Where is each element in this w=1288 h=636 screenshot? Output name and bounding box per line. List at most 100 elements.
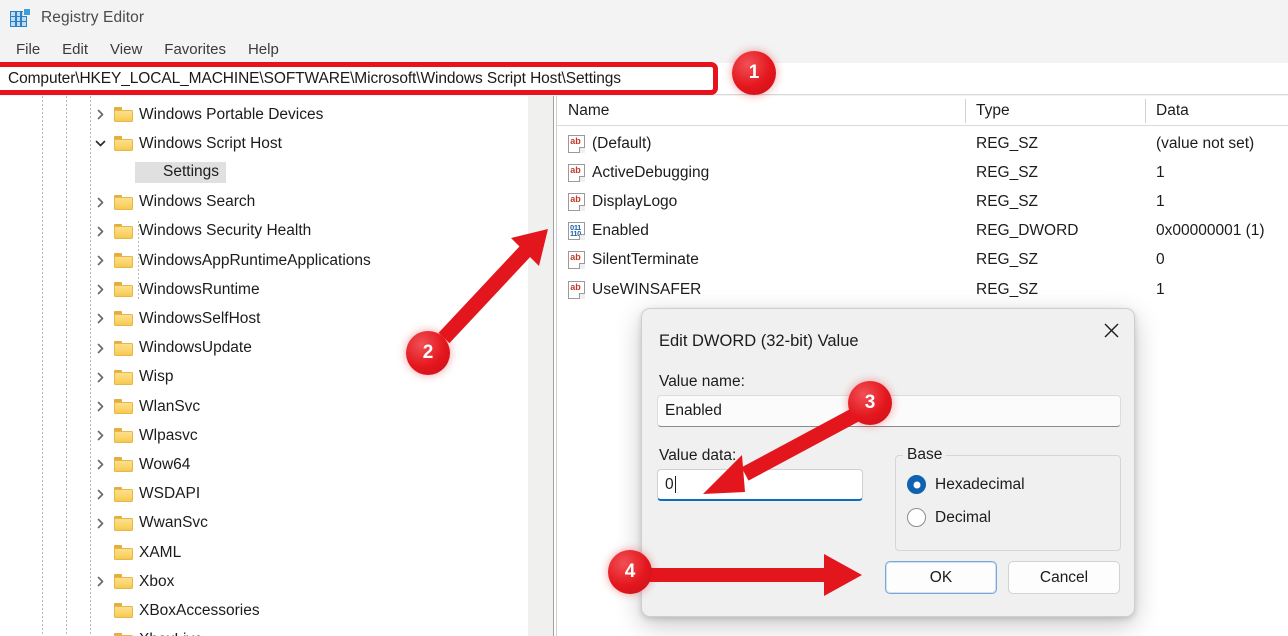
title-bar: Registry Editor bbox=[0, 0, 1288, 36]
tree-item[interactable]: WwanSvc bbox=[0, 509, 528, 538]
tree-item-label: Wisp bbox=[139, 368, 174, 386]
tree-item-label: WSDAPI bbox=[139, 485, 201, 503]
address-bar-path: Computer\HKEY_LOCAL_MACHINE\SOFTWARE\Mic… bbox=[8, 69, 621, 87]
folder-icon bbox=[114, 369, 133, 385]
value-data-cell: 0x00000001 (1) bbox=[1156, 222, 1265, 240]
tree-item[interactable]: WindowsRuntime bbox=[0, 275, 528, 304]
tree-item-label: WwanSvc bbox=[139, 514, 208, 532]
value-list-row[interactable]: 011 110 Enabled REG_DWORD 0x00000001 (1) bbox=[557, 217, 1288, 246]
panel-splitter[interactable] bbox=[553, 96, 554, 636]
folder-icon bbox=[114, 194, 133, 210]
value-data-text: 0 bbox=[665, 475, 674, 493]
annotation-badge-3: 3 bbox=[848, 381, 892, 425]
folder-icon bbox=[114, 428, 133, 444]
folder-icon bbox=[114, 457, 133, 473]
column-header-type[interactable]: Type bbox=[965, 96, 1010, 125]
tree-item-label: XAML bbox=[139, 543, 182, 561]
radio-decimal-label: Decimal bbox=[935, 508, 991, 526]
tree-item[interactable]: Xbox bbox=[0, 567, 528, 596]
tree-item[interactable]: Wlpasvc bbox=[0, 421, 528, 450]
value-name-text: (Default) bbox=[592, 134, 652, 152]
chevron-right-icon[interactable] bbox=[90, 367, 110, 387]
close-icon[interactable] bbox=[1088, 309, 1134, 351]
tree-item[interactable]: Windows Script Host bbox=[0, 129, 528, 158]
column-header-data[interactable]: Data bbox=[1145, 96, 1189, 125]
menu-favorites[interactable]: Favorites bbox=[153, 39, 237, 60]
menu-edit[interactable]: Edit bbox=[51, 39, 99, 60]
folder-icon bbox=[114, 574, 133, 590]
radio-button-decimal-icon bbox=[907, 508, 926, 527]
value-list-row[interactable]: ab SilentTerminate REG_SZ 0 bbox=[557, 246, 1288, 275]
value-list-row[interactable]: ab UseWINSAFER REG_SZ 1 bbox=[557, 275, 1288, 304]
cancel-button[interactable]: Cancel bbox=[1008, 561, 1120, 594]
value-name-text: UseWINSAFER bbox=[592, 280, 702, 298]
value-list-row[interactable]: ab (Default) REG_SZ (value not set) bbox=[557, 129, 1288, 158]
value-data-field[interactable]: 0 bbox=[657, 469, 863, 501]
dialog-title: Edit DWORD (32-bit) Value bbox=[659, 332, 859, 350]
window-title: Registry Editor bbox=[41, 9, 145, 26]
tree-item[interactable]: Settings bbox=[0, 158, 528, 187]
tree-item[interactable]: XboxLive bbox=[0, 626, 528, 636]
ok-button[interactable]: OK bbox=[885, 561, 997, 594]
chevron-right-icon[interactable] bbox=[90, 280, 110, 300]
tree-item[interactable]: Windows Security Health bbox=[0, 217, 528, 246]
chevron-right-icon[interactable] bbox=[90, 397, 110, 417]
tree-item[interactable]: WlanSvc bbox=[0, 392, 528, 421]
registry-tree-panel[interactable]: Windows Portable Devices Windows Script H… bbox=[0, 96, 528, 636]
folder-icon bbox=[114, 545, 133, 560]
tree-scrollbar[interactable] bbox=[528, 96, 553, 636]
base-group-title: Base bbox=[903, 446, 947, 464]
chevron-right-icon[interactable] bbox=[90, 455, 110, 475]
chevron-down-icon[interactable] bbox=[90, 134, 110, 154]
chevron-right-icon[interactable] bbox=[90, 105, 110, 125]
value-name-cell: ab UseWINSAFER bbox=[568, 280, 702, 299]
value-list-row[interactable]: ab DisplayLogo REG_SZ 1 bbox=[557, 187, 1288, 216]
chevron-right-icon[interactable] bbox=[90, 192, 110, 212]
value-data-label: Value data: bbox=[659, 447, 737, 464]
chevron-right-icon[interactable] bbox=[90, 251, 110, 271]
menu-view[interactable]: View bbox=[99, 39, 153, 60]
folder-icon bbox=[114, 340, 133, 356]
radio-decimal[interactable]: Decimal bbox=[907, 508, 991, 527]
tree-item[interactable]: WindowsSelfHost bbox=[0, 304, 528, 333]
value-data-cell: 0 bbox=[1156, 251, 1165, 269]
chevron-right-icon[interactable] bbox=[90, 513, 110, 533]
tree-item[interactable]: Wisp bbox=[0, 363, 528, 392]
folder-icon bbox=[114, 282, 133, 298]
radio-button-hexadecimal-icon bbox=[907, 475, 926, 494]
tree-item[interactable]: XAML bbox=[0, 538, 528, 567]
chevron-right-icon[interactable] bbox=[90, 572, 110, 592]
radio-hexadecimal[interactable]: Hexadecimal bbox=[907, 475, 1025, 494]
column-header-name[interactable]: Name bbox=[557, 96, 609, 125]
value-data-cell: 1 bbox=[1156, 163, 1165, 181]
value-data-cell: 1 bbox=[1156, 280, 1165, 298]
registry-editor-window: Registry Editor File Edit View Favorites… bbox=[0, 0, 1288, 636]
tree-item[interactable]: Windows Search bbox=[0, 188, 528, 217]
tree-item-label: WindowsRuntime bbox=[139, 280, 260, 298]
tree-item-label: WindowsSelfHost bbox=[139, 309, 261, 327]
edit-dword-dialog: Edit DWORD (32-bit) Value Value name: En… bbox=[641, 308, 1135, 617]
radio-hexadecimal-label: Hexadecimal bbox=[935, 475, 1025, 493]
menu-help[interactable]: Help bbox=[237, 39, 290, 60]
menu-file[interactable]: File bbox=[5, 39, 51, 60]
annotation-badge-2: 2 bbox=[406, 331, 450, 375]
address-bar[interactable]: Computer\HKEY_LOCAL_MACHINE\SOFTWARE\Mic… bbox=[0, 63, 1288, 95]
tree-item[interactable]: Windows Portable Devices bbox=[0, 100, 528, 129]
value-type-cell: REG_DWORD bbox=[976, 222, 1079, 240]
chevron-right-icon[interactable] bbox=[90, 426, 110, 446]
tree-item[interactable]: WindowsAppRuntimeApplications bbox=[0, 246, 528, 275]
value-list-row[interactable]: ab ActiveDebugging REG_SZ 1 bbox=[557, 158, 1288, 187]
chevron-right-icon[interactable] bbox=[90, 221, 110, 241]
tree-item-label: Windows Script Host bbox=[139, 134, 282, 152]
registry-editor-icon bbox=[9, 7, 31, 29]
string-value-icon: ab bbox=[568, 251, 585, 270]
value-name-text: DisplayLogo bbox=[592, 192, 678, 210]
tree-item[interactable]: WSDAPI bbox=[0, 480, 528, 509]
chevron-right-icon[interactable] bbox=[90, 484, 110, 504]
chevron-right-icon[interactable] bbox=[90, 309, 110, 329]
value-name-cell: ab (Default) bbox=[568, 134, 652, 153]
chevron-right-icon[interactable] bbox=[90, 338, 110, 358]
tree-item-label: WindowsUpdate bbox=[139, 339, 252, 357]
tree-item[interactable]: Wow64 bbox=[0, 450, 528, 479]
tree-item[interactable]: XBoxAccessories bbox=[0, 596, 528, 625]
